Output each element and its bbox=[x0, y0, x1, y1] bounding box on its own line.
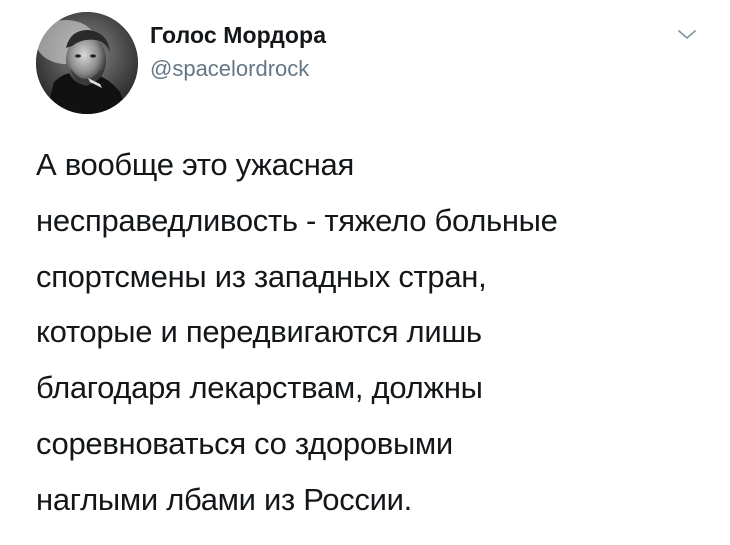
author-handle[interactable]: @spacelordrock bbox=[150, 56, 309, 82]
chevron-down-icon[interactable] bbox=[674, 24, 700, 44]
tweet-text-line: которые и передвигаются лишь bbox=[36, 314, 482, 350]
tweet-text: А вообще это ужасная несправедливость - … bbox=[36, 137, 716, 528]
author-display-name[interactable]: Голос Мордора bbox=[150, 22, 326, 49]
avatar-image bbox=[36, 12, 138, 114]
tweet-text-line: А вообще это ужасная bbox=[36, 147, 354, 182]
tweet-text-line: наглыми лбами из России. bbox=[36, 481, 412, 517]
avatar[interactable] bbox=[36, 12, 138, 114]
tweet-text-line: несправедливость - тяжело больные bbox=[36, 202, 558, 238]
tweet-text-line: спортсмены из западных стран, bbox=[36, 258, 487, 294]
tweet-text-line: благодаря лекарствам, должны bbox=[36, 370, 483, 406]
tweet-text-line: соревноваться со здоровыми bbox=[36, 425, 453, 461]
tweet-card: Голос Мордора @spacelordrock А вообще эт… bbox=[0, 0, 730, 545]
